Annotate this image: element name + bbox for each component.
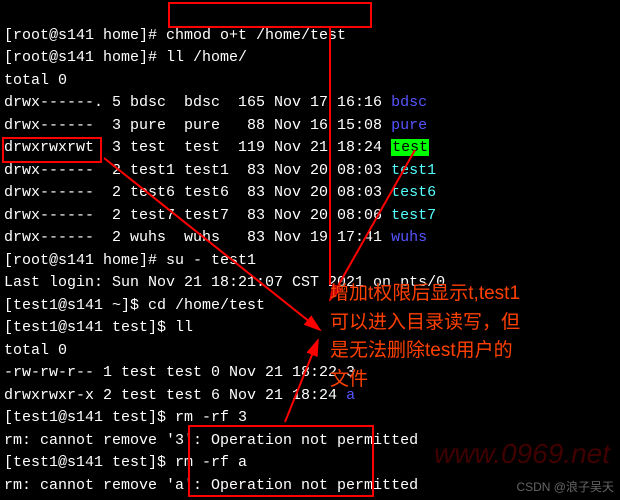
prompt: [test1@s141 test]$ [4, 319, 175, 336]
line-8: drwx------ 2 test6 test6 83 Nov 20 08:03… [4, 184, 436, 201]
dir-pure: pure [391, 117, 427, 134]
command: cd /home/test [148, 297, 265, 314]
line-7: drwx------ 2 test1 test1 83 Nov 20 08:03… [4, 162, 436, 179]
annotation-text: 增加t权限后显示t,test1 可以进入目录读写，但 是无法删除test用户的 … [330, 280, 520, 394]
line-3: total 0 [4, 72, 67, 89]
command: ll [175, 319, 193, 336]
command: rm -rf 3 [175, 409, 247, 426]
highlight-box-perm [2, 137, 102, 163]
prompt: [root@s141 home]# [4, 49, 166, 66]
dir-test6: test6 [391, 184, 436, 201]
dir-test1: test1 [391, 162, 436, 179]
line-14: [test1@s141 test]$ ll [4, 319, 193, 336]
line-5: drwx------ 3 pure pure 88 Nov 16 15:08 p… [4, 117, 427, 134]
line-1: [root@s141 home]# chmod o+t /home/test [4, 27, 346, 44]
command: ll /home/ [166, 49, 247, 66]
line-9: drwx------ 2 test7 test7 83 Nov 20 08:06… [4, 207, 436, 224]
line-11: [root@s141 home]# su - test1 [4, 252, 256, 269]
prompt: [test1@s141 test]$ [4, 454, 175, 471]
annotation-line-1: 增加t权限后显示t,test1 [330, 280, 520, 309]
line-18: [test1@s141 test]$ rm -rf 3 [4, 409, 247, 426]
line-15: total 0 [4, 342, 67, 359]
prompt: [root@s141 home]# [4, 27, 166, 44]
prompt: [test1@s141 ~]$ [4, 297, 148, 314]
watermark-url: www.0969.net [434, 433, 610, 475]
dir-wuhs: wuhs [391, 229, 427, 246]
annotation-line-2: 可以进入目录读写，但 [330, 309, 520, 338]
command: chmod o+t /home/test [166, 27, 346, 44]
line-4: drwx------. 5 bdsc bdsc 165 Nov 17 16:16… [4, 94, 427, 111]
line-13: [test1@s141 ~]$ cd /home/test [4, 297, 265, 314]
prompt: [test1@s141 test]$ [4, 409, 175, 426]
line-17: drwxrwxr-x 2 test test 6 Nov 21 18:24 a [4, 387, 355, 404]
highlight-box-chmod [168, 2, 372, 28]
line-10: drwx------ 2 wuhs wuhs 83 Nov 19 17:41 w… [4, 229, 427, 246]
watermark-csdn: CSDN @浪子吴天 [516, 478, 614, 496]
line-2: [root@s141 home]# ll /home/ [4, 49, 247, 66]
dir-test: test [391, 139, 429, 156]
highlight-box-rm [188, 425, 374, 497]
line-16: -rw-rw-r-- 1 test test 0 Nov 21 18:22 3 [4, 364, 355, 381]
dir-bdsc: bdsc [391, 94, 427, 111]
prompt: [root@s141 home]# [4, 252, 166, 269]
command: su - test1 [166, 252, 256, 269]
annotation-line-3: 是无法删除test用户的 [330, 337, 520, 366]
annotation-line-4: 文件 [330, 366, 520, 395]
dir-test7: test7 [391, 207, 436, 224]
